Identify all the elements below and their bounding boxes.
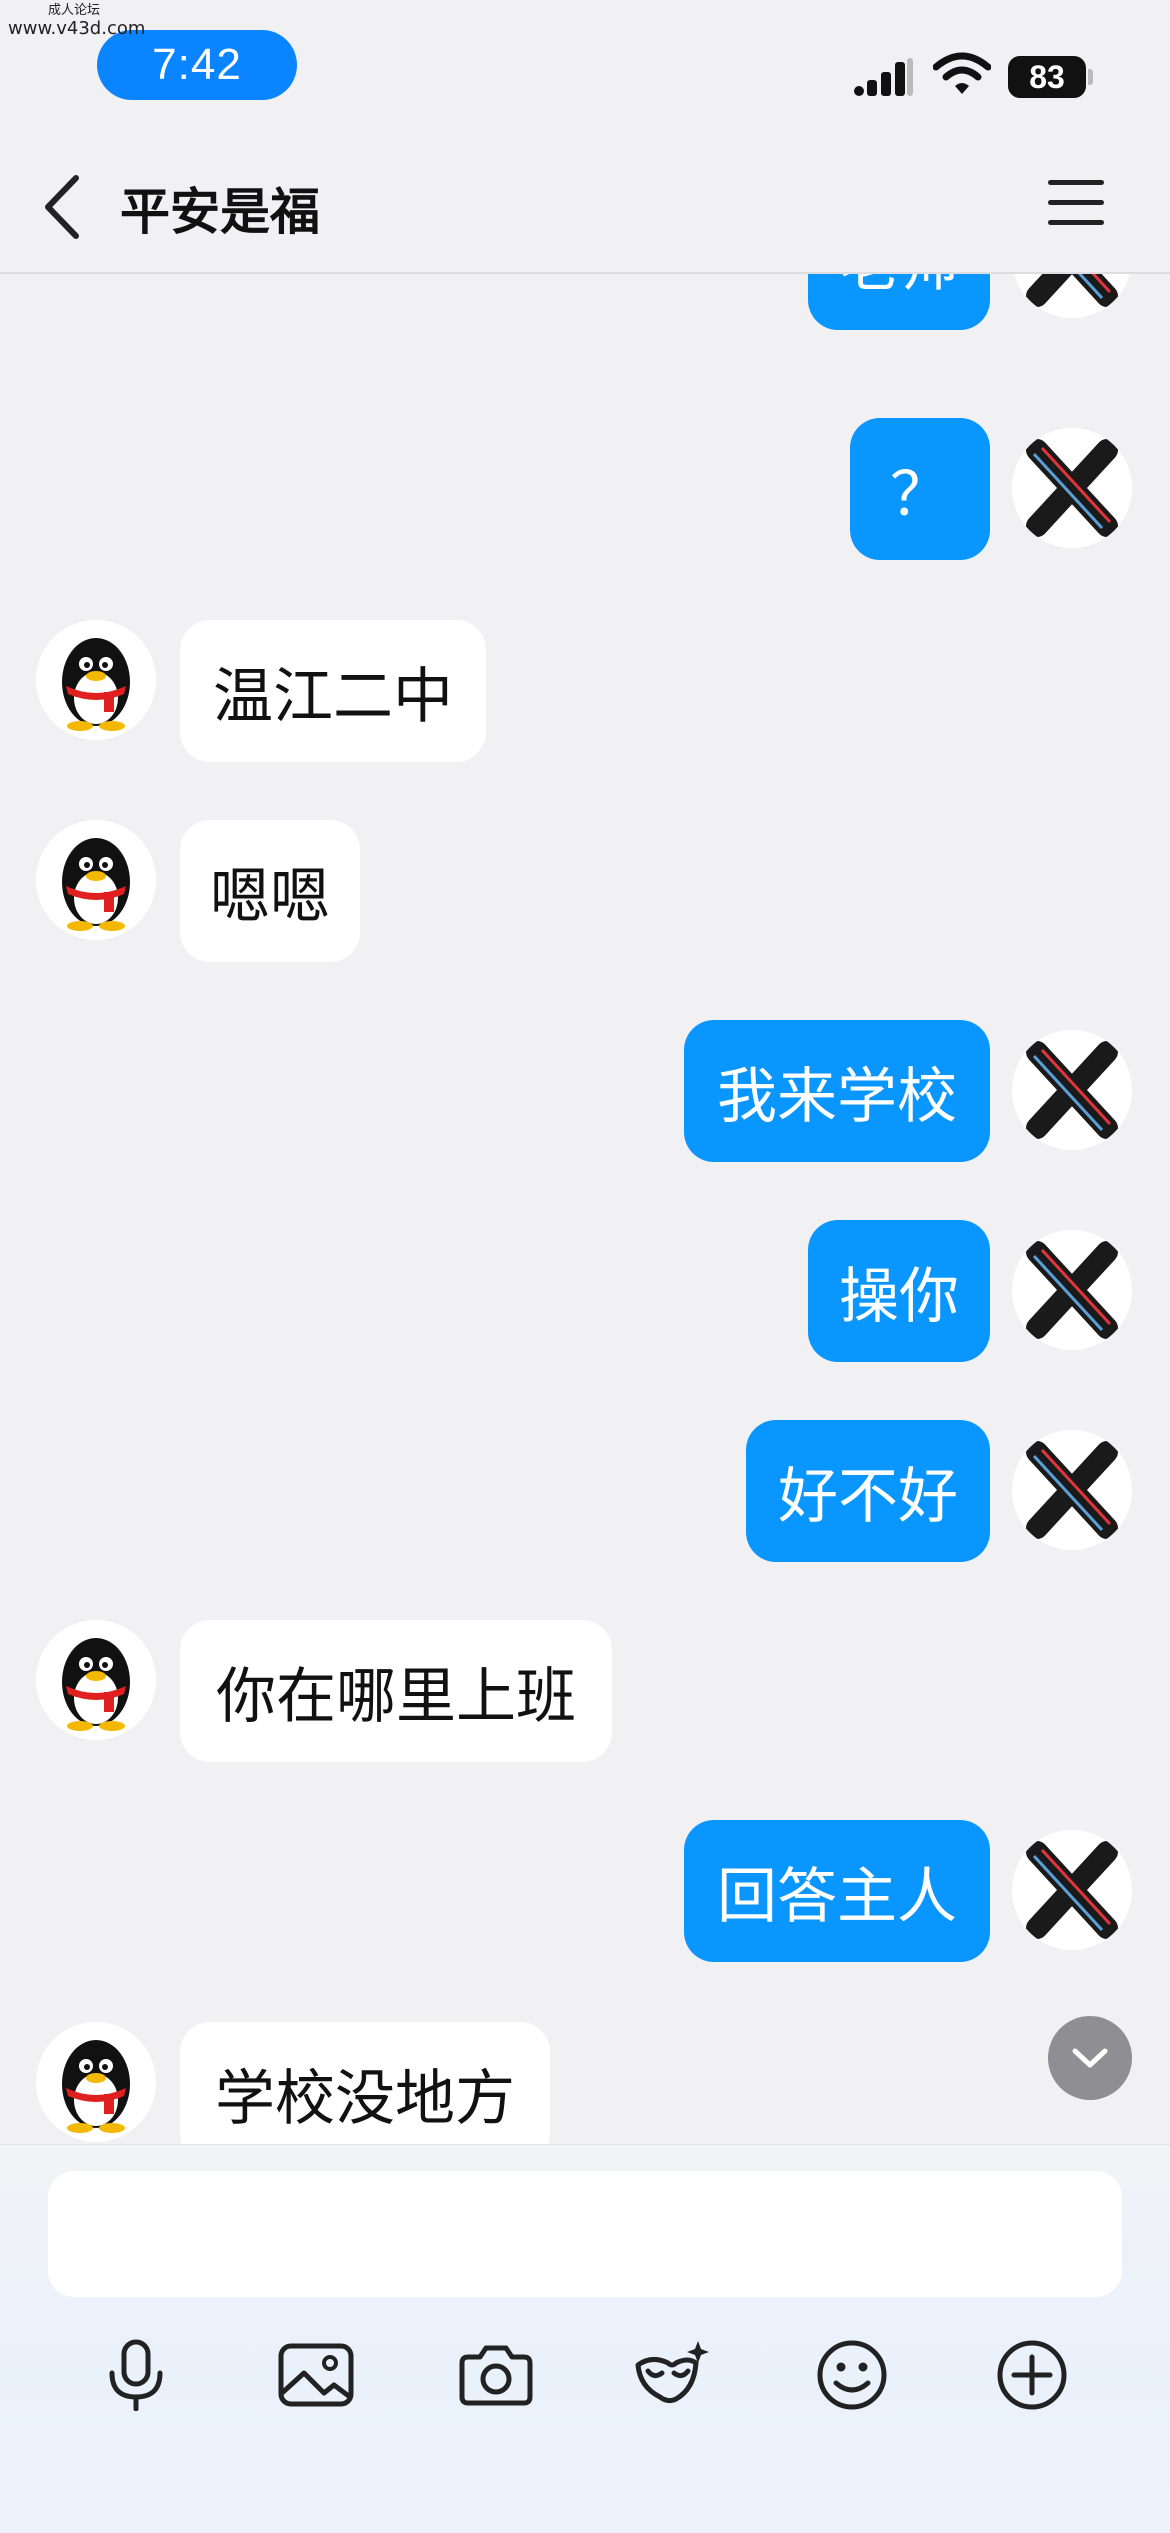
message-incoming: 温江二中 (0, 620, 1170, 762)
plus-icon (997, 2340, 1067, 2410)
microphone-icon (109, 2339, 163, 2411)
my-avatar[interactable] (1012, 1030, 1132, 1150)
contact-avatar[interactable] (36, 620, 156, 740)
chat-header: 平安是福 (0, 130, 1170, 274)
penguin-icon (36, 620, 156, 740)
battery-nub (1088, 69, 1093, 85)
message-outgoing: ？ (0, 418, 1170, 560)
message-list[interactable]: 老师 ？ 温江二中 嗯嗯 我来学校 操你 (0, 272, 1170, 2144)
composer-toolbar (0, 2325, 1170, 2445)
penguin-icon (36, 820, 156, 940)
x-logo-icon (1012, 272, 1132, 318)
message-bubble[interactable]: 学校没地方 (180, 2022, 550, 2144)
status-time[interactable]: 7:42 (97, 30, 297, 100)
penguin-icon (36, 2022, 156, 2142)
message-incoming: 你在哪里上班 (0, 1620, 1170, 1762)
emoji-icon (817, 2340, 887, 2410)
back-chevron-icon[interactable] (38, 172, 88, 242)
wifi-icon (933, 52, 991, 94)
x-logo-icon (1012, 1230, 1132, 1350)
emoji-button[interactable] (802, 2325, 902, 2425)
chat-title[interactable]: 平安是福 (120, 172, 320, 244)
contact-avatar[interactable] (36, 2022, 156, 2142)
watermark: 成人论坛 www.v43d.com (8, 3, 146, 40)
message-incoming: 嗯嗯 (0, 820, 1170, 962)
message-composer (0, 2144, 1170, 2533)
mask-icon (635, 2341, 709, 2404)
message-outgoing: 回答主人 (0, 1820, 1170, 1962)
camera-button[interactable] (446, 2325, 546, 2425)
x-logo-icon (1012, 1030, 1132, 1150)
message-outgoing: 操你 (0, 1220, 1170, 1362)
message-outgoing: 好不好 (0, 1420, 1170, 1562)
my-avatar[interactable] (1012, 1230, 1132, 1350)
menu-icon[interactable] (1048, 178, 1104, 228)
x-logo-icon (1012, 1430, 1132, 1550)
image-icon (278, 2343, 354, 2407)
my-avatar[interactable] (1012, 272, 1132, 318)
my-avatar[interactable] (1012, 1430, 1132, 1550)
status-bar: 7:42 83 (0, 0, 1170, 130)
message-bubble[interactable]: 老师 (808, 272, 990, 330)
message-bubble[interactable]: 温江二中 (180, 620, 486, 762)
mask-button[interactable] (622, 2325, 722, 2425)
chevron-down-icon (1072, 2048, 1108, 2068)
message-input[interactable] (48, 2171, 1122, 2297)
watermark-line2: www.v43d.com (8, 17, 146, 39)
camera-icon (459, 2345, 533, 2406)
message-outgoing: 老师 (0, 272, 1170, 330)
cellular-signal-icon (854, 58, 913, 96)
message-bubble[interactable]: 我来学校 (684, 1020, 990, 1162)
message-bubble[interactable]: 你在哪里上班 (180, 1620, 612, 1762)
my-avatar[interactable] (1012, 428, 1132, 548)
watermark-line1: 成人论坛 (48, 3, 101, 18)
x-logo-icon (1012, 428, 1132, 548)
image-button[interactable] (266, 2325, 366, 2425)
message-incoming: 学校没地方 (0, 2022, 1170, 2144)
penguin-icon (36, 1620, 156, 1740)
message-bubble[interactable]: 回答主人 (684, 1820, 990, 1962)
message-bubble[interactable]: 操你 (808, 1220, 990, 1362)
plus-button[interactable] (982, 2325, 1082, 2425)
message-bubble[interactable]: ？ (850, 418, 990, 560)
message-outgoing: 我来学校 (0, 1020, 1170, 1162)
message-bubble[interactable]: 好不好 (746, 1420, 990, 1562)
microphone-button[interactable] (86, 2325, 186, 2425)
battery-indicator: 83 (1008, 56, 1086, 98)
scroll-to-bottom-button[interactable] (1048, 2016, 1132, 2100)
message-bubble[interactable]: 嗯嗯 (180, 820, 360, 962)
my-avatar[interactable] (1012, 1830, 1132, 1950)
contact-avatar[interactable] (36, 820, 156, 940)
contact-avatar[interactable] (36, 1620, 156, 1740)
x-logo-icon (1012, 1830, 1132, 1950)
